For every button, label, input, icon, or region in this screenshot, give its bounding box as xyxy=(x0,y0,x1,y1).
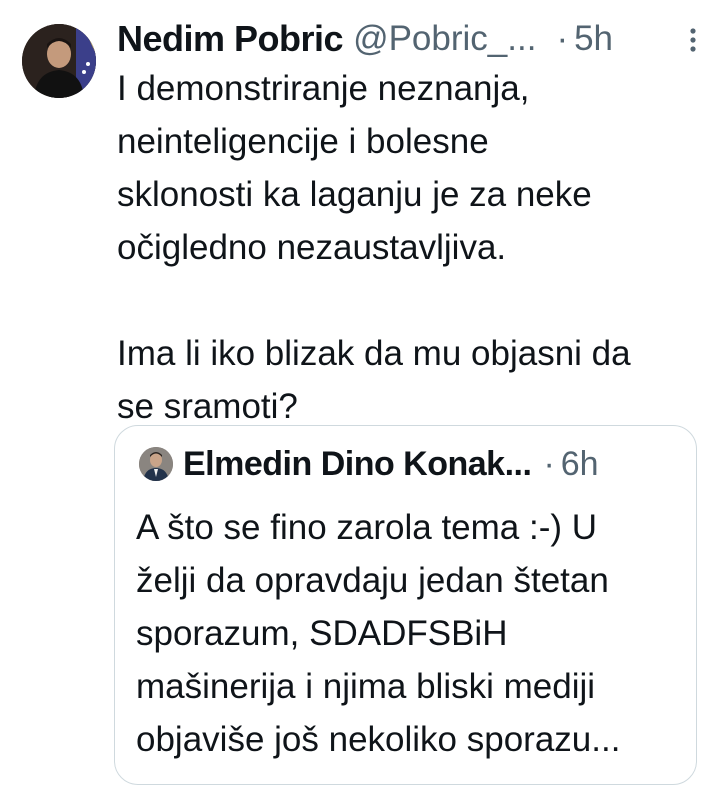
quoted-tweet-time[interactable]: 6h xyxy=(561,445,599,484)
quoted-text-line: A što se fino zarola tema :-) U xyxy=(136,508,598,547)
quoted-author-avatar[interactable] xyxy=(139,447,173,481)
quoted-avatar-photo xyxy=(139,447,173,481)
quoted-tweet-text: A što se fino zarola tema :-) U želji da… xyxy=(136,501,681,766)
avatar-photo xyxy=(22,24,96,98)
quoted-separator-dot: · xyxy=(543,444,555,483)
quoted-text-line: objaviše još nekoliko sporazu... xyxy=(136,720,621,759)
quoted-text-line: želji da opravdaju jedan štetan xyxy=(136,561,609,600)
tweet-header: Nedim Pobric @Pobric_... · 5h xyxy=(117,16,707,62)
tweet-time[interactable]: 5h xyxy=(574,19,613,59)
more-vertical-icon[interactable] xyxy=(679,26,707,54)
quoted-text-line: mašinerija i njima bliski mediji xyxy=(136,667,596,706)
tweet[interactable]: Nedim Pobric @Pobric_... · 5h I demonstr… xyxy=(0,0,720,785)
quoted-author-name[interactable]: Elmedin Dino Konak... xyxy=(183,445,532,484)
author-avatar[interactable] xyxy=(22,24,96,98)
quoted-text-line: sporazum, SDADFSBiH xyxy=(136,614,508,653)
tweet-text: I demonstriranje neznanja, neinteligenci… xyxy=(117,69,631,426)
author-handle[interactable]: @Pobric_... xyxy=(353,19,536,59)
author-name[interactable]: Nedim Pobric xyxy=(117,18,344,60)
quoted-tweet[interactable]: Elmedin Dino Konak... · 6h A što se fino… xyxy=(114,425,697,785)
separator-dot: · xyxy=(556,19,569,58)
quoted-tweet-header: Elmedin Dino Konak... · 6h xyxy=(183,441,683,487)
